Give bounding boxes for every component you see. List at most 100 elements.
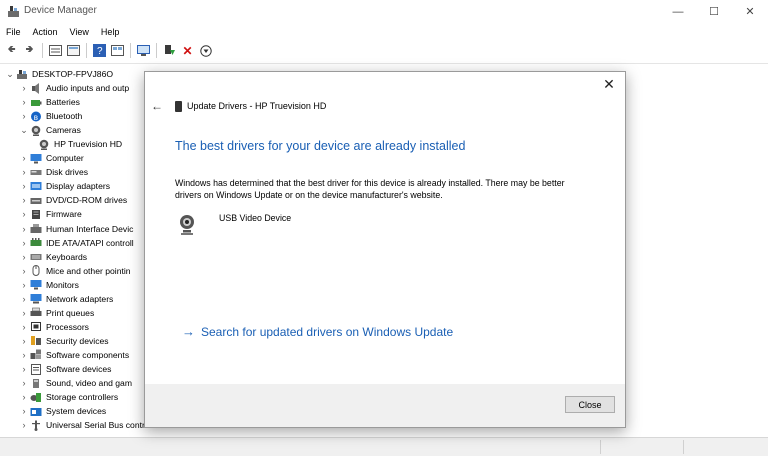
chevron-right-icon[interactable]: › (18, 181, 30, 191)
tree-item[interactable]: › Sound, video and gam (18, 376, 133, 390)
component-icon (30, 349, 42, 360)
device-icon (175, 101, 182, 112)
display-icon (30, 181, 42, 192)
chevron-right-icon[interactable]: › (18, 252, 30, 262)
chevron-right-icon[interactable]: › (18, 308, 30, 318)
chevron-right-icon[interactable]: › (18, 224, 30, 234)
tree-item[interactable]: › Print queues (18, 306, 95, 320)
mouse-icon (30, 265, 42, 277)
tree-item[interactable]: › IDE ATA/ATAPI controll (18, 236, 134, 250)
window-title: Device Manager (24, 5, 97, 16)
chevron-down-icon[interactable]: ⌄ (18, 125, 30, 136)
device-view-icon[interactable] (110, 43, 125, 58)
chevron-right-icon[interactable]: › (18, 280, 30, 290)
update-drivers-dialog: ✕ ← Update Drivers - HP Truevision HD Th… (144, 71, 626, 428)
network-icon (30, 293, 42, 304)
tree-item[interactable]: › ʙ Bluetooth (18, 109, 82, 123)
properties-icon[interactable] (48, 43, 63, 58)
close-button[interactable]: Close (565, 396, 615, 413)
windows-update-link-label: Search for updated drivers on Windows Up… (201, 324, 454, 339)
tree-root[interactable]: ⌄ DESKTOP-FPVJ86O (4, 67, 113, 81)
tree-item-label: Keyboards (46, 251, 88, 262)
chevron-right-icon[interactable]: › (18, 378, 30, 388)
tree-item[interactable]: › Processors (18, 320, 89, 334)
chevron-right-icon[interactable]: › (18, 153, 30, 163)
tree-item[interactable]: › Firmware (18, 207, 82, 221)
menu-view[interactable]: View (64, 27, 95, 37)
webcam-icon (38, 139, 50, 150)
forward-arrow-icon[interactable]: 🢂 (22, 43, 37, 58)
chevron-right-icon[interactable]: › (18, 111, 30, 121)
storage-icon (30, 392, 42, 403)
tree-item[interactable]: › Display adapters (18, 179, 111, 193)
tree-item[interactable]: HP Truevision HD (38, 137, 122, 151)
tree-item[interactable]: › Disk drives (18, 165, 89, 179)
chevron-right-icon[interactable]: › (18, 209, 30, 219)
tree-item-label: Software devices (46, 364, 112, 374)
toolbar-separator (42, 43, 43, 58)
tree-item[interactable]: › Computer (18, 151, 84, 165)
tree-item[interactable]: › Mice and other pointin (18, 264, 131, 278)
chevron-right-icon[interactable]: › (18, 350, 30, 360)
tree-item[interactable]: › Human Interface Devic (18, 222, 134, 236)
tree-item[interactable]: › Storage controllers (18, 390, 119, 404)
chevron-right-icon[interactable]: › (18, 420, 30, 430)
chevron-right-icon[interactable]: › (18, 167, 30, 177)
tree-item-label: Sound, video and gam (46, 378, 133, 389)
tree-item[interactable]: › DVD/CD-ROM drives (18, 193, 128, 207)
uninstall-icon[interactable]: ✕ (180, 43, 195, 58)
disable-device-icon[interactable] (198, 43, 213, 58)
dvd-icon (30, 195, 42, 206)
chevron-right-icon[interactable]: › (18, 195, 30, 205)
chevron-right-icon[interactable]: › (18, 238, 30, 248)
window-close-button[interactable]: ✕ (732, 0, 768, 23)
tree-item-label: System devices (46, 406, 107, 417)
chevron-right-icon[interactable]: › (18, 406, 30, 416)
tree-item[interactable]: › Network adapters (18, 292, 113, 306)
windows-update-link[interactable]: → Search for updated drivers on Windows … (182, 324, 453, 339)
chevron-right-icon[interactable]: › (18, 83, 30, 93)
chevron-right-icon[interactable]: › (18, 392, 30, 402)
tree-item[interactable]: › Software devices (18, 362, 111, 376)
chevron-right-icon[interactable]: › (18, 336, 30, 346)
keyboard-icon (30, 251, 42, 262)
chevron-right-icon[interactable]: › (18, 364, 30, 374)
menu-help[interactable]: Help (95, 27, 126, 37)
menu-action[interactable]: Action (27, 27, 64, 37)
menu-file[interactable]: File (0, 27, 27, 37)
tree-item-label: Network adapters (46, 293, 114, 304)
tree-item[interactable]: › Monitors (18, 278, 79, 292)
dialog-close-icon[interactable]: ✕ (601, 76, 617, 92)
driver-device-name: USB Video Device (219, 213, 292, 223)
scan-hardware-icon[interactable] (136, 43, 151, 58)
tree-item[interactable]: › Audio inputs and outp (18, 81, 129, 95)
tree-item[interactable]: ⌄ Cameras (18, 123, 81, 137)
chevron-right-icon[interactable]: › (18, 266, 30, 276)
list-view-icon[interactable] (66, 43, 81, 58)
tree-item[interactable]: › Keyboards (18, 250, 88, 264)
svg-text:?: ? (97, 46, 103, 57)
tree-item-label: Human Interface Devic (46, 223, 134, 234)
tree-item-label: Audio inputs and outp (46, 83, 130, 93)
dialog-footer: Close (145, 384, 625, 427)
ide-icon (30, 237, 42, 248)
tree-item[interactable]: › Software components (18, 348, 129, 362)
chevron-right-icon[interactable]: › (18, 294, 30, 304)
back-arrow-icon[interactable]: 🢀 (4, 43, 19, 58)
status-segment (600, 440, 601, 454)
chevron-right-icon[interactable]: › (18, 97, 30, 107)
tree-item[interactable]: › Security devices (18, 334, 109, 348)
tree-item[interactable]: › System devices (18, 404, 107, 418)
tree-item-label: Processors (46, 321, 89, 332)
update-driver-icon[interactable] (162, 43, 177, 58)
back-arrow-icon[interactable]: ← (151, 99, 163, 113)
help-icon[interactable]: ? (92, 43, 107, 58)
system-icon (30, 406, 42, 417)
monitor-icon (30, 153, 42, 164)
tree-item-label: Display adapters (46, 181, 111, 192)
chevron-down-icon[interactable]: ⌄ (4, 69, 16, 80)
tree-item[interactable]: › Batteries (18, 95, 80, 109)
minimize-button[interactable]: — (660, 0, 696, 23)
chevron-right-icon[interactable]: › (18, 322, 30, 332)
maximize-button[interactable]: ☐ (696, 0, 732, 23)
